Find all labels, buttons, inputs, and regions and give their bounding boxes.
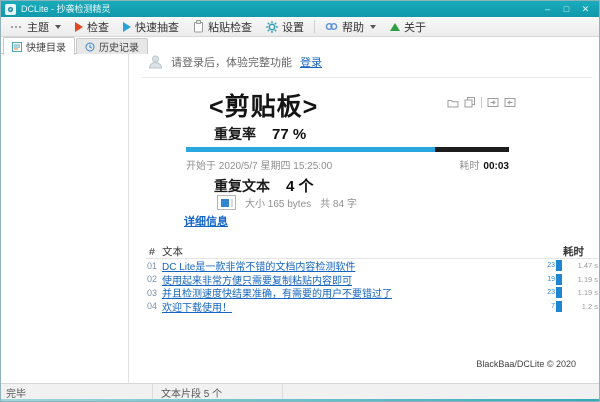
header-time: 耗时 [540,244,598,259]
elapsed-label: 耗时 [459,161,479,172]
statusbar-accent-strip [1,399,599,401]
titlebar: DCLite - 抄袭检测精灵 – □ ✕ [1,1,599,17]
clipboard-icon [193,20,204,33]
scan-meta-row: 开始于 2020/5/7 星期四 15:25:00 耗时 00:03 [186,157,509,172]
table-row: 01 DC Lite是一款非常不错的文档内容检测软件 23 1.47 s [146,259,598,273]
app-icon [5,4,16,15]
sidebar-panel [1,53,129,383]
export-icon[interactable] [487,97,499,108]
directory-icon [12,42,22,52]
user-icon [148,55,163,69]
play-red-icon [75,22,83,32]
report-actions [447,97,516,108]
duplicate-rate-row: 重复率 77 % [214,124,306,144]
link-icon [325,21,338,32]
row-index: 04 [146,301,162,311]
close-button[interactable]: ✕ [576,1,595,17]
window-title: DCLite - 抄袭检测精灵 [21,1,111,17]
elapsed-block: 耗时 00:03 [459,157,509,172]
duplicate-rate-value: 77 % [272,126,306,143]
quick-check-label: 快速抽查 [135,19,179,35]
import-icon[interactable] [504,97,516,108]
duplicate-text-row: 重复文本 4 个 [214,175,314,196]
help-label: 帮助 [342,19,364,35]
table-row: 02 使用起来非常方便只需要复制粘贴内容即可 19 1.19 s [146,273,598,287]
header-text: 文本 [162,244,540,259]
duplicate-text-value: 4 个 [286,175,314,196]
row-time-value: 1.47 s [562,261,598,270]
tab-quick-directory-label: 快捷目录 [26,39,66,54]
play-blue-icon [123,22,131,32]
minimize-button[interactable]: – [538,1,557,17]
theme-button[interactable]: 主题 [4,18,68,36]
row-time-value: 1.19 s [562,288,598,297]
results-table: # 文本 耗时 01 DC Lite是一款非常不错的文档内容检测软件 23 1.… [146,245,598,313]
maximize-button[interactable]: □ [557,1,576,17]
paste-check-label: 粘贴检查 [208,19,252,35]
section-divider [141,77,593,78]
theme-label: 主题 [27,19,49,35]
settings-label: 设置 [282,19,304,35]
home-green-icon [390,23,400,31]
row-index: 02 [146,274,162,284]
tab-history[interactable]: 历史记录 [76,38,148,54]
image-thumbnail-icon[interactable] [217,195,236,210]
row-bar-label: 7 [542,303,556,310]
details-link[interactable]: 详细信息 [184,213,228,229]
table-header: # 文本 耗时 [146,245,598,259]
check-label: 检查 [87,19,109,35]
chevron-down-icon [55,25,61,29]
duplicate-text-label: 重复文本 [214,176,270,196]
row-index: 03 [146,288,162,298]
header-index: # [146,246,162,258]
about-label: 关于 [404,19,426,35]
duplicate-rate-label: 重复率 [214,124,256,144]
quick-check-button[interactable]: 快速抽查 [116,18,186,36]
row-text-link[interactable]: 欢迎下载使用！ [162,299,542,314]
copyright-text: BlackBaa/DCLite © 2020 [476,359,576,369]
toolbar: 主题 检查 快速抽查 粘贴检查 设置 帮助 [1,17,599,37]
row-time-value: 1.19 s [562,275,598,284]
gear-icon [266,21,278,33]
tab-history-label: 历史记录 [99,39,139,54]
main-panel: 请登录后，体验完整功能 登录 <剪贴板> 重复率 77 % [129,37,599,383]
login-link[interactable]: 登录 [300,54,322,70]
row-index: 01 [146,261,162,271]
icon-separator [481,97,482,108]
chars-text: 共 84 字 [320,195,357,210]
status-state-text: 完毕 [6,385,26,400]
table-row: 03 并且检测速度快结果准确，有需要的用户不要错过了 23 1.19 s [146,286,598,300]
row-time-value: 1.2 s [562,302,598,311]
duplicate-rate-progressbar [186,147,509,152]
settings-button[interactable]: 设置 [259,18,311,36]
row-bar-label: 19 [542,276,556,283]
help-button[interactable]: 帮助 [318,18,383,36]
login-prompt: 请登录后，体验完整功能 [171,54,292,70]
app-window: DCLite - 抄袭检测精灵 – □ ✕ 主题 检查 快速抽查 粘贴检查 [0,0,600,402]
check-button[interactable]: 检查 [68,18,116,36]
elapsed-value: 00:03 [483,161,509,172]
status-fragments-text: 文本片段 5 个 [161,385,222,400]
about-button[interactable]: 关于 [383,18,433,36]
chevron-down-icon [370,25,376,29]
row-bar-label: 23 [542,289,556,296]
started-text: 开始于 2020/5/7 星期四 15:25:00 [186,157,332,172]
size-text: 大小 165 bytes [245,195,311,210]
window-controls: – □ ✕ [538,1,595,17]
paste-check-button[interactable]: 粘贴检查 [186,18,259,36]
tabstrip: 快捷目录 历史记录 [3,37,148,54]
folder-icon[interactable] [447,97,459,108]
copy-icon[interactable] [464,97,476,108]
row-bar-label: 23 [542,262,556,269]
theme-dots-icon [11,26,23,28]
toolbar-separator [314,20,315,33]
history-icon [85,42,95,52]
login-row: 请登录后，体验完整功能 登录 [148,54,322,70]
report-title: <剪贴板> [209,87,318,123]
progressbar-fill [186,147,435,152]
document-size-row: 大小 165 bytes 共 84 字 [217,195,357,210]
tab-quick-directory[interactable]: 快捷目录 [3,37,75,55]
table-row: 04 欢迎下载使用！ 7 1.2 s [146,300,598,314]
